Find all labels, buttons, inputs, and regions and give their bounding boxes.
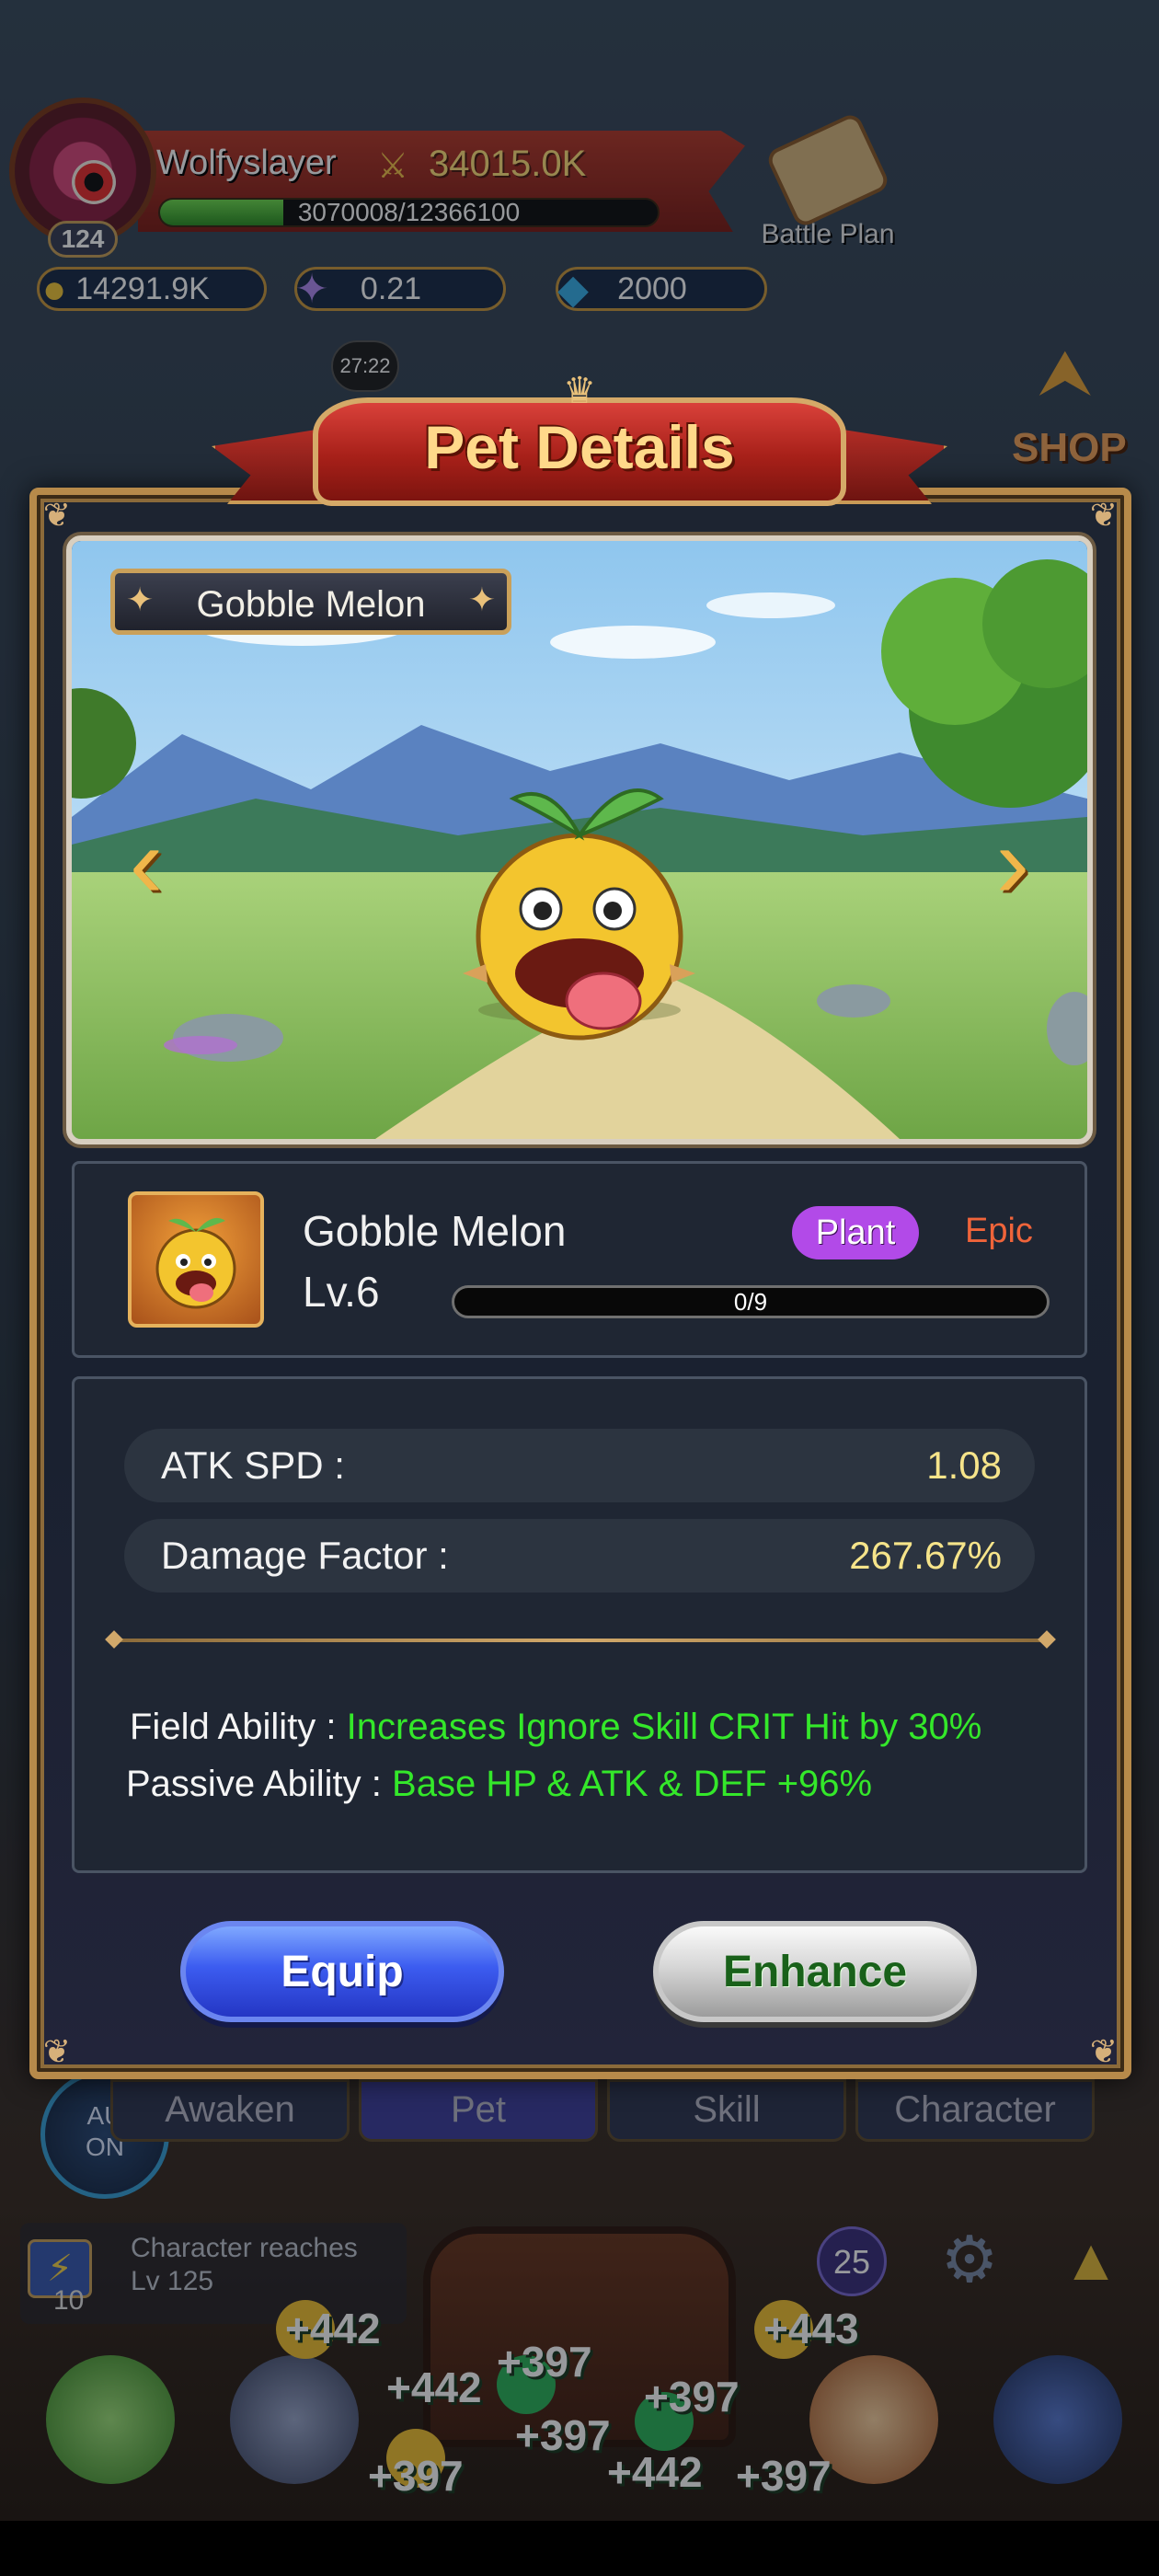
passive-ability-label: Passive Ability : (126, 1764, 382, 1804)
stat-value: 267.67% (849, 1534, 1002, 1577)
ornate-divider (111, 1639, 1050, 1642)
stat-row-atk-spd: ATK SPD : 1.08 (124, 1429, 1035, 1502)
ornament-icon: ❦ (42, 2032, 72, 2070)
passive-ability: Passive Ability : Base HP & ATK & DEF +9… (126, 1764, 872, 1805)
field-ability: Field Ability : Increases Ignore Skill C… (130, 1707, 981, 1748)
field-ability-label: Field Ability : (130, 1707, 337, 1747)
melon-icon (155, 1217, 236, 1309)
previous-pet-button[interactable]: ‹ (114, 812, 178, 918)
ornament-icon: ❦ (1089, 496, 1119, 534)
crown-icon: ♛ (563, 371, 596, 411)
stat-label: Damage Factor : (161, 1534, 449, 1577)
pet-type-badge: Plant (792, 1206, 919, 1259)
stat-row-damage-factor: Damage Factor : 267.67% (124, 1519, 1035, 1593)
pet-scene: ✦ Gobble Melon ✦ ‹ › (66, 535, 1093, 1144)
equip-button[interactable]: Equip (180, 1921, 504, 2022)
next-pet-button[interactable]: › (981, 812, 1045, 918)
pet-name: Gobble Melon (303, 1207, 567, 1255)
pet-level-progress-text: 0/9 (733, 1288, 768, 1316)
stat-label: ATK SPD : (161, 1443, 345, 1487)
pet-info-card: Gobble Melon Lv.6 Plant Epic 0/9 (72, 1161, 1087, 1358)
pet-rarity: Epic (965, 1212, 1033, 1250)
pet-level: Lv.6 (303, 1268, 380, 1316)
bottom-bar (0, 2521, 1159, 2576)
pet-level-progress-bar: 0/9 (452, 1285, 1050, 1318)
ornament-icon: ❦ (1089, 2032, 1119, 2070)
title-banner: ♛ Pet Details (212, 371, 947, 523)
pet-stats-card: ATK SPD : 1.08 Damage Factor : 267.67% F… (72, 1376, 1087, 1873)
field-ability-value: Increases Ignore Skill CRIT Hit by 30% (346, 1707, 982, 1747)
stat-value: 1.08 (926, 1443, 1002, 1487)
ornament-icon: ❦ (42, 496, 72, 534)
scene-pet-name: Gobble Melon (196, 584, 426, 625)
enhance-button[interactable]: Enhance (653, 1921, 977, 2022)
passive-ability-value: Base HP & ATK & DEF +96% (392, 1764, 873, 1804)
scene-name-plate: ✦ Gobble Melon ✦ (110, 569, 511, 635)
pet-portrait (128, 1191, 264, 1328)
modal-title: Pet Details (424, 413, 735, 481)
sparkle-icon: ✦ (467, 581, 496, 618)
